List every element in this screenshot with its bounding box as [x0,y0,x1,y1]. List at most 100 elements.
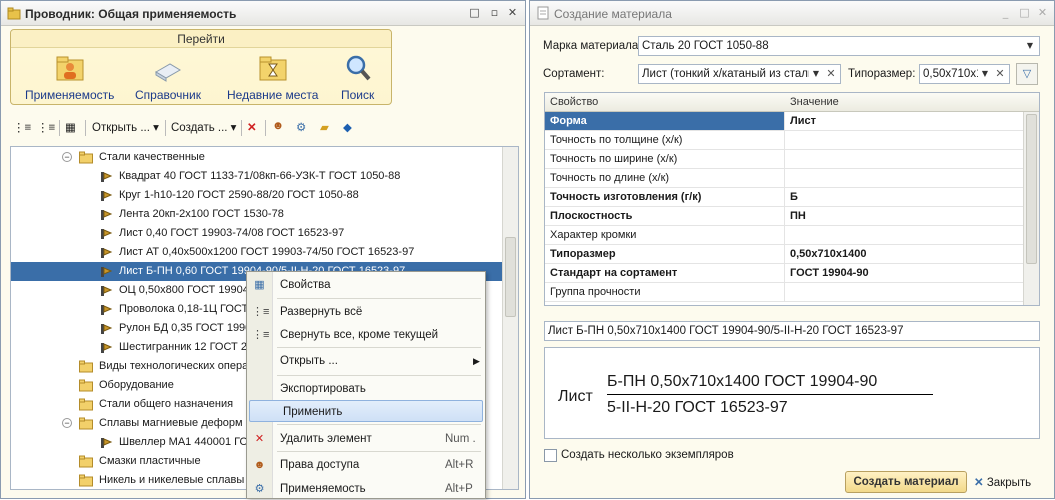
create-material-window: Создание материала _ □ ✕ Марка материала… [529,0,1055,499]
tree-scrollbar[interactable] [502,147,518,489]
create-material-button[interactable]: Создать материал [845,471,967,493]
property-row[interactable]: Характер кромки [545,226,1025,245]
assortment-field[interactable]: Лист (тонкий х/катаный из стали ▼ ✕ [638,64,841,84]
grid-scrollbar[interactable] [1023,112,1039,305]
tree-label: Шестигранник 12 ГОСТ 2 [119,341,247,353]
menu-item-label: Свойства [280,279,331,291]
tree-item[interactable]: Лист 0,40 ГОСТ 19903-74/08 ГОСТ 16523-97 [11,224,502,243]
menu-item[interactable]: ☻ Права доступа Alt+R [247,454,485,476]
nav-applicability[interactable]: Применяемость [25,52,114,102]
property-row[interactable]: Стандарт на сортамент ГОСТ 19904-90 [545,264,1025,283]
tree-folder[interactable]: − Стали качественные [11,148,502,167]
grade-field[interactable]: Сталь 20 ГОСТ 1050-88 ▼ [638,36,1040,56]
designation-value: Лист Б-ПН 0,50х710х1400 ГОСТ 19904-90/5-… [548,325,904,337]
chevron-down-icon[interactable]: ▼ [1023,38,1037,54]
col-value-header[interactable]: Значение [785,93,1039,112]
document-icon [537,6,549,20]
menu-item[interactable]: Открыть ... ▶ [247,350,485,372]
folder-icon [79,417,93,430]
menu-item[interactable]: ⋮≡ Свернуть все, кроме текущей [247,324,485,346]
material-icon [101,210,113,220]
menu-item[interactable]: ✕ Удалить элемент Num . [247,428,485,450]
tree-label: Круг 1-h10-120 ГОСТ 2590-88/20 ГОСТ 1050… [119,189,359,201]
menu-item[interactable]: ⋮≡ Развернуть всё [247,301,485,323]
create-label: Создать ... [171,122,228,134]
close-window-button[interactable]: ✕ [505,6,520,21]
tree-label: Смазки пластичные [99,455,201,467]
material-icon [101,229,113,239]
property-name: Стандарт на сортамент [545,264,785,282]
nav-search[interactable]: Поиск [341,52,374,102]
designation-preview: Лист Б-ПН 0,50х710х1400 ГОСТ 19904-90 5-… [544,347,1040,439]
menu-item[interactable]: Экспортировать [247,378,485,400]
tree-item[interactable]: Лист АТ 0,40х500х1200 ГОСТ 19903-74/50 Г… [11,243,502,262]
col-property-header[interactable]: Свойство [545,93,785,112]
collapse-all-icon[interactable]: ⋮≡ [37,120,55,136]
access-rights-icon[interactable]: ☻ [272,120,284,136]
minimize-button[interactable]: _ [998,6,1013,21]
grade-label: Марка материала: [543,40,642,52]
properties-icon[interactable]: ▦ [65,120,76,136]
restore-button[interactable]: ▫ [487,6,502,21]
assortment-value: Лист (тонкий х/катаный из стали [642,68,815,80]
nav-reference[interactable]: Справочник [135,52,201,102]
collapse-toggle-icon[interactable]: − [62,418,72,428]
close-dialog-button[interactable]: ✕ [1035,6,1050,21]
property-value[interactable]: 0,50х710х1400 [790,245,866,263]
tree-scroll-thumb[interactable] [505,237,516,317]
maximize-button[interactable]: □ [1017,6,1032,21]
tree-item[interactable]: Квадрат 40 ГОСТ 1133-71/08кп-66-УЗК-Т ГО… [11,167,502,186]
menu-item[interactable]: ⚙ Применяемость Alt+P [247,478,485,500]
property-value[interactable]: Лист [790,112,816,130]
size-field[interactable]: 0,50х710х1 ▼ ✕ [919,64,1010,84]
property-row[interactable]: Группа прочности [545,283,1025,302]
folder-icon[interactable]: ▰ [320,120,329,136]
property-value[interactable]: ГОСТ 19904-90 [790,264,869,282]
property-row[interactable]: Форма Лист [545,112,1025,131]
navigation-header: Перейти [11,30,391,48]
property-row[interactable]: Точность по длине (х/к) [545,169,1025,188]
chevron-down-icon[interactable]: ▼ [978,66,992,82]
create-dropdown[interactable]: Создать ... ▾ [171,120,236,136]
menu-item[interactable]: Применить [249,400,483,422]
designation-field[interactable]: Лист Б-ПН 0,50х710х1400 ГОСТ 19904-90/5-… [544,321,1040,341]
property-value[interactable]: Б [790,188,798,206]
properties-grid[interactable]: Свойство Значение Форма Лист Точность по т… [544,92,1040,306]
multiple-checkbox[interactable] [544,449,557,462]
menu-shortcut: Alt+P [445,483,473,495]
filter-icon[interactable]: ▽ [1016,63,1038,85]
delete-icon[interactable]: ✕ [247,120,257,136]
menu-item[interactable]: ▦ Свойства [247,274,485,296]
property-row[interactable]: Точность по толщине (х/к) [545,131,1025,150]
property-row[interactable]: Точность изготовления (г/к) Б [545,188,1025,207]
assortment-label: Сортамент: [543,68,605,80]
expand-all-icon[interactable]: ⋮≡ [13,120,31,136]
menu-item-label: Права доступа [280,459,360,471]
clear-icon[interactable]: ✕ [824,66,838,82]
property-row[interactable]: Точность по ширине (х/к) [545,150,1025,169]
people-folder-icon [56,56,84,81]
property-row[interactable]: Плоскостность ПН [545,207,1025,226]
preview-numerator: Б-ПН 0,50х710х1400 ГОСТ 19904-90 [607,373,878,390]
nav-recent[interactable]: Недавние места [227,52,318,102]
tree-item[interactable]: Лента 20кп-2х100 ГОСТ 1530-78 [11,205,502,224]
maximize-icon-btn[interactable]: □ [467,6,482,21]
applicability-icon[interactable]: ⚙ [296,120,306,136]
material-icon [101,191,113,201]
chevron-down-icon[interactable]: ▼ [809,66,823,82]
open-dropdown[interactable]: Открыть ... ▾ [92,120,159,136]
tree-label: Рулон БД 0,35 ГОСТ 1990 [119,322,252,334]
property-value[interactable]: ПН [790,207,806,225]
close-button[interactable]: ✕ Закрыть [974,475,1031,489]
collapse-toggle-icon[interactable]: − [62,152,72,162]
menu-item-label: Развернуть всё [280,306,363,318]
clear-icon[interactable]: ✕ [993,66,1007,82]
menu-item-label: Применить [283,406,343,418]
navigate-icon[interactable]: ◆ [343,120,352,136]
tree-label: Лист АТ 0,40х500х1200 ГОСТ 19903-74/50 Г… [119,246,415,258]
access-rights-icon: ☻ [253,459,266,471]
property-row[interactable]: Типоразмер 0,50х710х1400 [545,245,1025,264]
preview-denominator: 5-II-Н-20 ГОСТ 16523-97 [607,399,788,416]
grid-scroll-thumb[interactable] [1026,114,1037,264]
tree-item[interactable]: Круг 1-h10-120 ГОСТ 2590-88/20 ГОСТ 1050… [11,186,502,205]
